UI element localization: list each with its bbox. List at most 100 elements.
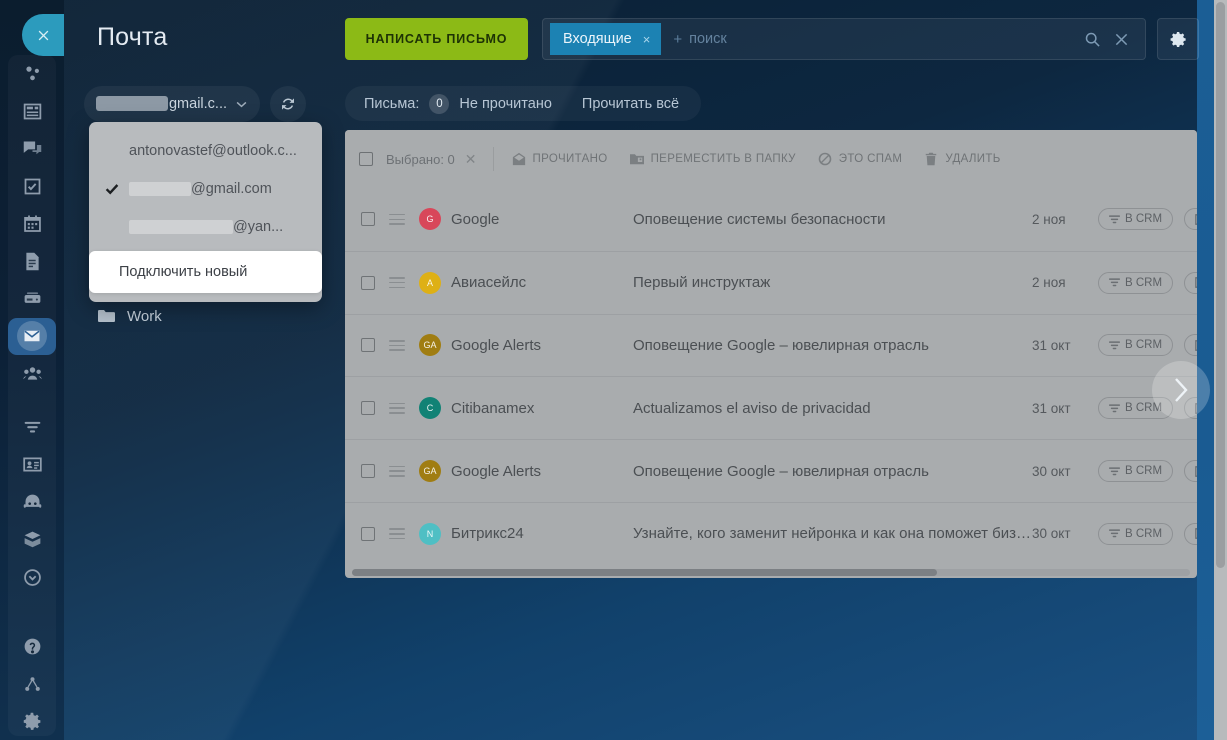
- row-checkbox[interactable]: [361, 526, 375, 541]
- crm-tag[interactable]: В CRM: [1098, 334, 1174, 357]
- rail-spacer: [8, 393, 56, 409]
- mark-read-button[interactable]: ПРОЧИТАНО: [512, 152, 608, 166]
- drag-handle-icon[interactable]: [389, 528, 405, 540]
- table-row[interactable]: GA Google Alerts Оповещение Google – юве…: [345, 313, 1197, 377]
- vertical-scrollbar-thumb[interactable]: [1216, 2, 1225, 568]
- row-checkbox[interactable]: [361, 275, 375, 290]
- crm-tag-label: В CRM: [1125, 465, 1163, 478]
- table-row[interactable]: A Авиасейлс Первый инструктаж 2 ноя В CR…: [345, 250, 1197, 314]
- row-checkbox[interactable]: [361, 338, 375, 353]
- sidebar-item-crm[interactable]: [8, 55, 56, 93]
- email-date: 2 ноя: [1032, 211, 1066, 227]
- sidebar-item-feed[interactable]: [8, 93, 56, 131]
- table-row[interactable]: G Google Оповещение системы безопасности…: [345, 188, 1197, 251]
- sidebar-item-more[interactable]: [8, 559, 56, 597]
- drag-handle-icon[interactable]: [389, 213, 405, 225]
- horizontal-scrollbar-thumb[interactable]: [352, 569, 937, 576]
- sidebar-item-market[interactable]: [8, 521, 56, 559]
- sidebar-item-help[interactable]: [8, 628, 56, 666]
- avatar: GA: [419, 460, 441, 483]
- task-tag[interactable]: в: [1184, 271, 1197, 294]
- clear-selection-button[interactable]: ✕: [465, 151, 477, 168]
- block-icon: [818, 152, 832, 166]
- chip-label: Входящие: [563, 31, 632, 47]
- trash-icon: [926, 152, 937, 166]
- horizontal-scrollbar[interactable]: [352, 569, 1190, 576]
- crm-tag[interactable]: В CRM: [1098, 522, 1174, 545]
- sidebar-item-drive[interactable]: [8, 280, 56, 318]
- search-icon[interactable]: [1085, 32, 1100, 47]
- avatar: C: [419, 397, 441, 420]
- account-row: @gmail.c...: [84, 86, 306, 122]
- row-checkbox[interactable]: [361, 401, 375, 416]
- mark-spam-button[interactable]: ЭТО СПАМ: [818, 152, 903, 166]
- refresh-button[interactable]: [270, 86, 306, 122]
- funnel-icon: [1109, 529, 1120, 538]
- row-checkbox[interactable]: [361, 464, 375, 479]
- sidebar-item-documents[interactable]: [8, 243, 56, 281]
- folder-list: Work: [84, 300, 309, 332]
- email-date: 30 окт: [1032, 526, 1071, 542]
- sidebar-item-mail[interactable]: [8, 317, 56, 356]
- row-checkbox[interactable]: [361, 212, 375, 227]
- chevron-right-icon: [1175, 378, 1188, 402]
- next-page-button[interactable]: [1152, 361, 1210, 419]
- unread-filter-link[interactable]: Не прочитано: [459, 96, 552, 112]
- table-row[interactable]: N Битрикс24 Узнайте, кого заменит нейрон…: [345, 501, 1197, 565]
- close-button[interactable]: [22, 14, 64, 56]
- account-selector[interactable]: @gmail.c...: [84, 86, 260, 122]
- move-to-folder-button[interactable]: ПЕРЕМЕСТИТЬ В ПАПКУ: [629, 152, 796, 166]
- sidebar-item-company[interactable]: [8, 355, 56, 393]
- task-tag[interactable]: в: [1184, 522, 1197, 545]
- crm-tag[interactable]: В CRM: [1098, 271, 1174, 294]
- sidebar-item-calendar[interactable]: [8, 205, 56, 243]
- settings-button[interactable]: [1157, 18, 1199, 60]
- market-icon: [24, 531, 40, 548]
- rail-spacer-2: [8, 596, 56, 612]
- drag-handle-icon[interactable]: [389, 465, 405, 477]
- compose-label: НАПИСАТЬ ПИСЬМО: [365, 32, 508, 46]
- table-row[interactable]: C Citibanamex Actualizamos el aviso de p…: [345, 376, 1197, 439]
- table-row[interactable]: GA Google Alerts Оповещение Google – юве…: [345, 439, 1197, 502]
- task-tag[interactable]: в: [1184, 208, 1197, 231]
- task-tag[interactable]: в: [1184, 460, 1197, 483]
- add-filter-icon[interactable]: +: [673, 31, 682, 48]
- dropdown-item-outlook[interactable]: antonovastef@outlook.c...: [89, 132, 322, 170]
- search-input[interactable]: [682, 31, 1085, 47]
- search-filter-chip-inbox[interactable]: Входящие ×: [550, 23, 662, 55]
- read-all-button[interactable]: Прочитать всё: [582, 96, 679, 112]
- funnel-icon: [1109, 404, 1120, 413]
- drag-handle-icon[interactable]: [389, 402, 405, 414]
- contact-center-icon: [22, 457, 42, 472]
- sender-name: Google: [451, 210, 500, 228]
- chip-remove-icon[interactable]: ×: [643, 32, 651, 47]
- crm-tag[interactable]: В CRM: [1098, 208, 1174, 231]
- sidebar-item-automation[interactable]: [8, 484, 56, 522]
- connect-new-account-button[interactable]: Подключить новый: [89, 251, 322, 293]
- delete-button[interactable]: УДАЛИТЬ: [924, 152, 1000, 166]
- dropdown-item-yandex[interactable]: @yan...: [89, 208, 322, 246]
- email-subject: Оповещение системы безопасности: [633, 210, 886, 228]
- close-icon[interactable]: [1114, 32, 1129, 47]
- crm-tag[interactable]: В CRM: [1098, 460, 1174, 483]
- vertical-scrollbar[interactable]: [1214, 0, 1227, 740]
- task-tag[interactable]: в: [1184, 334, 1197, 357]
- avatar: G: [419, 208, 441, 231]
- drag-handle-icon[interactable]: [389, 277, 405, 289]
- drag-handle-icon[interactable]: [389, 339, 405, 352]
- dropdown-item-gmail[interactable]: @gmail.com: [89, 170, 322, 208]
- folder-icon: [98, 310, 115, 322]
- unread-count-badge: 0: [429, 93, 450, 114]
- select-all-checkbox[interactable]: [359, 152, 373, 166]
- sidebar-item-chat[interactable]: [8, 130, 56, 168]
- sidebar-item-contact-center[interactable]: [8, 446, 56, 484]
- sidebar-item-tasks[interactable]: [8, 168, 56, 206]
- folder-item-work[interactable]: Work: [84, 300, 309, 332]
- chat-icon: [23, 141, 41, 155]
- sidebar-item-sitemap[interactable]: [8, 666, 56, 704]
- compose-button[interactable]: НАПИСАТЬ ПИСЬМО: [345, 18, 528, 60]
- sidebar-item-settings[interactable]: [8, 703, 56, 740]
- email-subject: Первый инструктаж: [633, 274, 771, 292]
- sidebar-item-sales-funnel[interactable]: [8, 409, 56, 447]
- email-subject: Оповещение Google – ювелирная отрасль: [633, 462, 929, 480]
